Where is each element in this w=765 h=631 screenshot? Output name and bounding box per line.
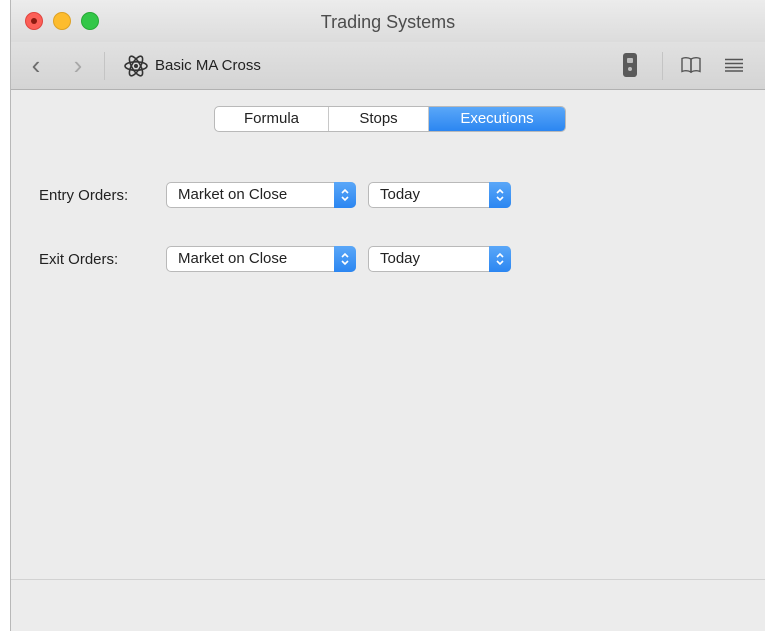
updown-arrows-icon xyxy=(489,246,511,272)
toolbar-divider xyxy=(662,52,663,80)
exit-order-time-select[interactable]: Today xyxy=(368,246,511,272)
tab-formula[interactable]: Formula xyxy=(215,107,329,131)
footer-divider xyxy=(11,579,765,580)
entry-order-type-value: Market on Close xyxy=(178,186,288,203)
tab-control: Formula Stops Executions xyxy=(214,106,566,132)
entry-order-time-select[interactable]: Today xyxy=(368,182,511,208)
updown-arrows-icon xyxy=(334,182,356,208)
back-button[interactable]: ‹ xyxy=(25,52,47,78)
forward-button[interactable]: › xyxy=(67,52,89,78)
app-window: Trading Systems ‹ › Basic MA Cross Formu… xyxy=(10,0,765,631)
chevron-right-icon: › xyxy=(73,50,83,80)
entry-order-time-value: Today xyxy=(380,186,421,203)
list-icon[interactable] xyxy=(725,58,743,72)
atom-icon xyxy=(124,55,148,77)
entry-order-type-select[interactable]: Market on Close xyxy=(166,182,356,208)
exit-order-type-select[interactable]: Market on Close xyxy=(166,246,356,272)
window-title: Trading Systems xyxy=(320,12,456,32)
exit-order-time-value: Today xyxy=(380,250,421,267)
toolbar-divider xyxy=(104,52,105,80)
chevron-left-icon: ‹ xyxy=(31,50,41,80)
entry-orders-label: Entry Orders: xyxy=(39,187,129,204)
tab-stops[interactable]: Stops xyxy=(329,107,429,131)
book-icon[interactable] xyxy=(681,56,701,74)
title-bar: Trading Systems xyxy=(11,0,765,42)
toolbar: ‹ › Basic MA Cross xyxy=(11,42,765,90)
updown-arrows-icon xyxy=(489,182,511,208)
tab-executions[interactable]: Executions xyxy=(429,107,565,131)
exit-orders-label: Exit Orders: xyxy=(39,251,119,268)
phone-icon[interactable] xyxy=(623,53,637,77)
exit-order-type-value: Market on Close xyxy=(178,250,288,267)
updown-arrows-icon xyxy=(334,246,356,272)
document-title[interactable]: Basic MA Cross xyxy=(155,57,261,74)
